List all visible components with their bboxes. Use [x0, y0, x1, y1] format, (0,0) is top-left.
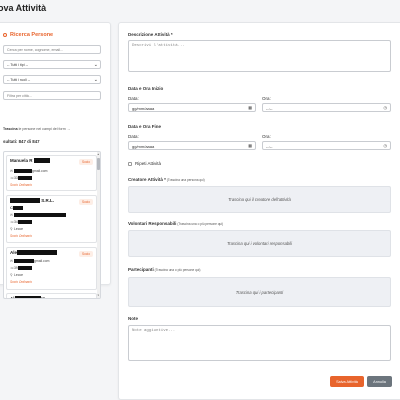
- person-name-line2: C: [10, 205, 23, 210]
- scroll-down-icon[interactable]: ▼: [97, 294, 99, 297]
- description-label: Descrizione Attività *: [128, 32, 173, 37]
- person-name: Al ot: [10, 296, 45, 298]
- search-icon: [3, 32, 7, 37]
- chevron-down-icon: ⌄: [93, 62, 98, 68]
- scroll-up-icon[interactable]: ▲: [97, 153, 99, 156]
- managers-label: Volontari Responsabili (Trascina una o p…: [128, 221, 224, 226]
- results-list[interactable]: Manuela R Socio ✉ gmail.com ☏33 Socio Ord…: [3, 151, 101, 299]
- end-date-input[interactable]: gg/mm/aaaa ▦: [128, 141, 256, 150]
- clock-icon[interactable]: ◷: [384, 105, 388, 110]
- description-textarea[interactable]: Descrivi l'attività...: [128, 40, 391, 72]
- page-title: ova Attività: [0, 3, 47, 13]
- end-date-label: Data:: [128, 134, 139, 139]
- person-card[interactable]: Manuela R Socio ✉ gmail.com ☏33 Socio Ord…: [6, 155, 97, 191]
- person-phone: ☏39: [10, 266, 32, 271]
- participants-dropzone[interactable]: Trascina qui i partecipanti: [128, 277, 391, 307]
- save-button[interactable]: Salva Attività: [330, 376, 364, 387]
- status-badge: Socio: [79, 159, 93, 165]
- creator-dropzone[interactable]: Trascina qui il creatore dell'attività: [128, 186, 391, 213]
- search-panel-title: Ricerca Persone: [3, 32, 53, 38]
- search-panel: Ricerca Persone Cerca per nome, cognome,…: [0, 22, 111, 299]
- person-group: Socio Ordinario: [10, 183, 32, 187]
- person-card[interactable]: S.R.L. C Socio ✉ ☏34 ⚲ Lecce Socio Ordina…: [6, 195, 97, 243]
- scroll-thumb[interactable]: [97, 158, 100, 170]
- clock-icon[interactable]: ◷: [384, 143, 388, 148]
- notes-label: Note: [128, 316, 138, 321]
- repeat-checkbox[interactable]: [128, 162, 132, 166]
- person-card[interactable]: Al ot: [6, 293, 97, 298]
- person-email: ✉: [10, 213, 66, 218]
- results-scrollbar[interactable]: ▲ ▼: [97, 152, 100, 298]
- end-section-title: Data e Ora Fine: [128, 124, 162, 129]
- person-card[interactable]: Ale Socio ✉ gmail.com ☏39 ⚲ Lecce Socio Or…: [6, 247, 97, 290]
- calendar-icon[interactable]: ▦: [248, 143, 252, 148]
- repeat-label: Ripeti Attività: [135, 161, 162, 166]
- search-input[interactable]: Cerca per nome, cognome, email...: [3, 45, 101, 54]
- person-group: Socio Ordinario: [10, 280, 32, 284]
- creator-label: Creatore Attività * (Trascina una person…: [128, 177, 205, 182]
- person-city: ⚲ Lecce: [10, 227, 24, 231]
- notes-textarea[interactable]: Note aggiuntive...: [128, 325, 391, 361]
- start-date-input[interactable]: gg/mm/aaaa ▦: [128, 103, 256, 112]
- calendar-icon[interactable]: ▦: [248, 105, 252, 110]
- cancel-button[interactable]: Annulla: [367, 376, 392, 387]
- person-city: ⚲ Lecce: [10, 273, 24, 277]
- start-section-title: Data e Ora Inizio: [128, 86, 164, 91]
- start-date-label: Data:: [128, 96, 139, 101]
- drag-hint: Trascina le persone nei campi del form →: [3, 127, 71, 131]
- person-name: Manuela R: [10, 158, 50, 164]
- type-select[interactable]: -- Tutti i tipi -- ⌄: [3, 60, 101, 69]
- status-badge: Socio: [79, 251, 93, 257]
- person-email: ✉ gmail.com: [10, 169, 48, 174]
- person-group: Socio Ordinario: [10, 234, 32, 238]
- end-time-input[interactable]: --:-- ◷: [262, 141, 391, 150]
- person-phone: ☏33: [10, 176, 32, 181]
- participants-label: Partecipanti (Trascina una o più persone…: [128, 267, 201, 272]
- person-name: S.R.L.: [10, 198, 54, 204]
- city-filter-input[interactable]: Filtra per città...: [3, 91, 101, 100]
- start-time-label: Ora:: [262, 96, 271, 101]
- status-badge: Socio: [79, 199, 93, 205]
- person-email: ✉ gmail.com: [10, 259, 50, 264]
- person-phone: ☏34: [10, 220, 32, 225]
- results-count: sultati: 847 di 847: [3, 139, 40, 144]
- activity-form: Descrizione Attività * Descrivi l'attivi…: [118, 22, 400, 400]
- role-select[interactable]: -- Tutti i ruoli -- ⌄: [3, 75, 101, 84]
- start-time-input[interactable]: --:-- ◷: [262, 103, 391, 112]
- person-name: Ale: [10, 250, 58, 256]
- end-time-label: Ora:: [262, 134, 271, 139]
- chevron-down-icon: ⌄: [93, 77, 98, 83]
- managers-dropzone[interactable]: Trascina qui i volontari responsabili: [128, 230, 391, 257]
